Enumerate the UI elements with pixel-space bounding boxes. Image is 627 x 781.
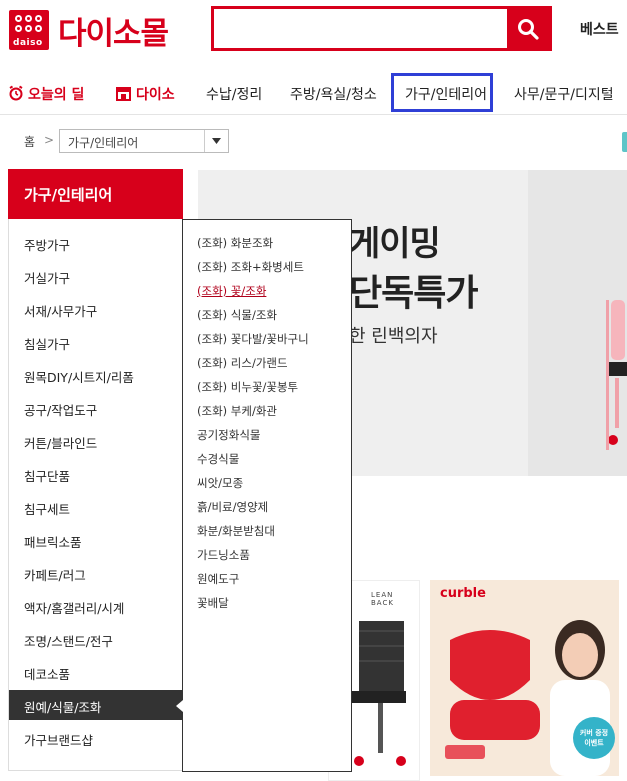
gardening-submenu: (조화) 화분조화 (조화) 조화+화병세트 (조화) 꽃/조화 (조화) 식물… — [182, 219, 352, 772]
submenu-item[interactable]: 원예도구 — [197, 571, 239, 587]
breadcrumb-arrow-icon: > — [44, 133, 55, 147]
nav-daiso[interactable]: 다이소 — [115, 84, 175, 104]
submenu-item[interactable]: (조화) 리스/가랜드 — [197, 355, 288, 371]
sidebar-item-fabric[interactable]: 패브릭소품 — [9, 525, 183, 555]
banner-subtitle: 한 린백의자 — [349, 326, 438, 347]
sidebar-item-deco[interactable]: 데코소품 — [9, 657, 183, 687]
nav-divider — [0, 114, 627, 115]
submenu-item[interactable]: 가드닝소품 — [197, 547, 250, 563]
search-box — [211, 6, 552, 51]
sidebar-item-bedding-set[interactable]: 침구세트 — [9, 492, 183, 522]
submenu-item-selected[interactable]: (조화) 꽃/조화 — [197, 283, 266, 299]
banner-headline-2: 단독특가 — [349, 273, 478, 314]
submenu-item[interactable]: 수경식물 — [197, 451, 239, 467]
sidebar-item-gardening[interactable]: 원예/식물/조화 — [9, 690, 183, 720]
submenu-item[interactable]: 화분/화분받침대 — [197, 523, 275, 539]
sidebar-item-tools[interactable]: 공구/작업도구 — [9, 393, 183, 423]
sidebar-item-bedroom[interactable]: 침실가구 — [9, 327, 183, 357]
breadcrumb-category-select[interactable]: 가구/인테리어 — [59, 129, 229, 153]
daiso-logo[interactable]: daiso — [9, 10, 49, 50]
breadcrumb-select-value: 가구/인테리어 — [68, 136, 139, 150]
sidebar-item-lighting[interactable]: 조명/스탠드/전구 — [9, 624, 183, 654]
cover-event-badge: 커버 증정 이벤트 — [573, 717, 615, 759]
badge-line-1: 커버 증정 — [579, 729, 609, 737]
search-button[interactable] — [507, 9, 549, 48]
sidebar-item-bedding-single[interactable]: 침구단품 — [9, 459, 183, 489]
category-title[interactable]: 가구/인테리어 — [8, 169, 183, 219]
submenu-item[interactable]: 공기정화식물 — [197, 427, 260, 443]
submenu-item[interactable]: (조화) 부케/화관 — [197, 403, 277, 419]
nav-office-digital[interactable]: 사무/문구/디지털 — [514, 84, 614, 104]
sidebar-item-frames-clocks[interactable]: 액자/홈갤러리/시계 — [9, 591, 183, 621]
submenu-item[interactable]: 꽃배달 — [197, 595, 229, 611]
sidebar-item-curtains[interactable]: 커튼/블라인드 — [9, 426, 183, 456]
nav-active-highlight — [391, 73, 493, 112]
sidebar-item-wood-diy[interactable]: 원목DIY/시트지/리폼 — [9, 360, 183, 390]
nav-today-deal[interactable]: 오늘의 딜 — [8, 84, 84, 104]
nav-storage[interactable]: 수납/정리 — [206, 84, 262, 104]
search-icon — [518, 18, 539, 40]
submenu-item[interactable]: (조화) 식물/조화 — [197, 307, 277, 323]
best-link[interactable]: 베스트 — [580, 19, 619, 39]
submenu-item[interactable]: 씨앗/모종 — [197, 475, 243, 491]
submenu-item[interactable]: (조화) 꽃다발/꽃바구니 — [197, 331, 309, 347]
chevron-down-icon — [204, 130, 228, 152]
chair-image — [606, 300, 627, 450]
sidebar-item-carpet[interactable]: 카페트/러그 — [9, 558, 183, 588]
submenu-pointer — [176, 700, 183, 712]
logo-word: daiso — [13, 38, 43, 48]
sidebar-item-study-office[interactable]: 서재/사무가구 — [9, 294, 183, 324]
shop-icon — [116, 87, 131, 101]
logo-dots-icon — [15, 15, 42, 32]
submenu-item[interactable]: (조화) 화분조화 — [197, 235, 273, 251]
submenu-item[interactable]: (조화) 비누꽃/꽃봉투 — [197, 379, 298, 395]
breadcrumb-home[interactable]: 홈 — [24, 133, 35, 150]
nav-daiso-label: 다이소 — [136, 87, 175, 103]
side-tab[interactable] — [622, 132, 627, 152]
sidebar-item-brand-shop[interactable]: 가구브랜드샵 — [9, 723, 183, 753]
badge-line-2: 이벤트 — [584, 739, 604, 747]
submenu-item[interactable]: 흙/비료/영양제 — [197, 499, 268, 515]
search-input[interactable] — [214, 9, 506, 48]
nav-today-deal-label: 오늘의 딜 — [28, 87, 85, 103]
sidebar-item-kitchen-furniture[interactable]: 주방가구 — [9, 228, 183, 258]
nav-kitchen-bath[interactable]: 주방/욕실/청소 — [290, 84, 377, 104]
banner-headline-1: 게이밍 — [349, 224, 441, 264]
product-card-curble[interactable]: curble 커버 증정 이벤트 — [430, 580, 619, 776]
category-sidebar: 주방가구 거실가구 서재/사무가구 침실가구 원목DIY/시트지/리폼 공구/작… — [8, 219, 183, 771]
site-name[interactable]: 다이소몰 — [58, 8, 169, 53]
submenu-item[interactable]: (조화) 조화+화병세트 — [197, 259, 304, 275]
alarm-clock-icon — [9, 85, 23, 101]
sidebar-item-living-furniture[interactable]: 거실가구 — [9, 261, 183, 291]
